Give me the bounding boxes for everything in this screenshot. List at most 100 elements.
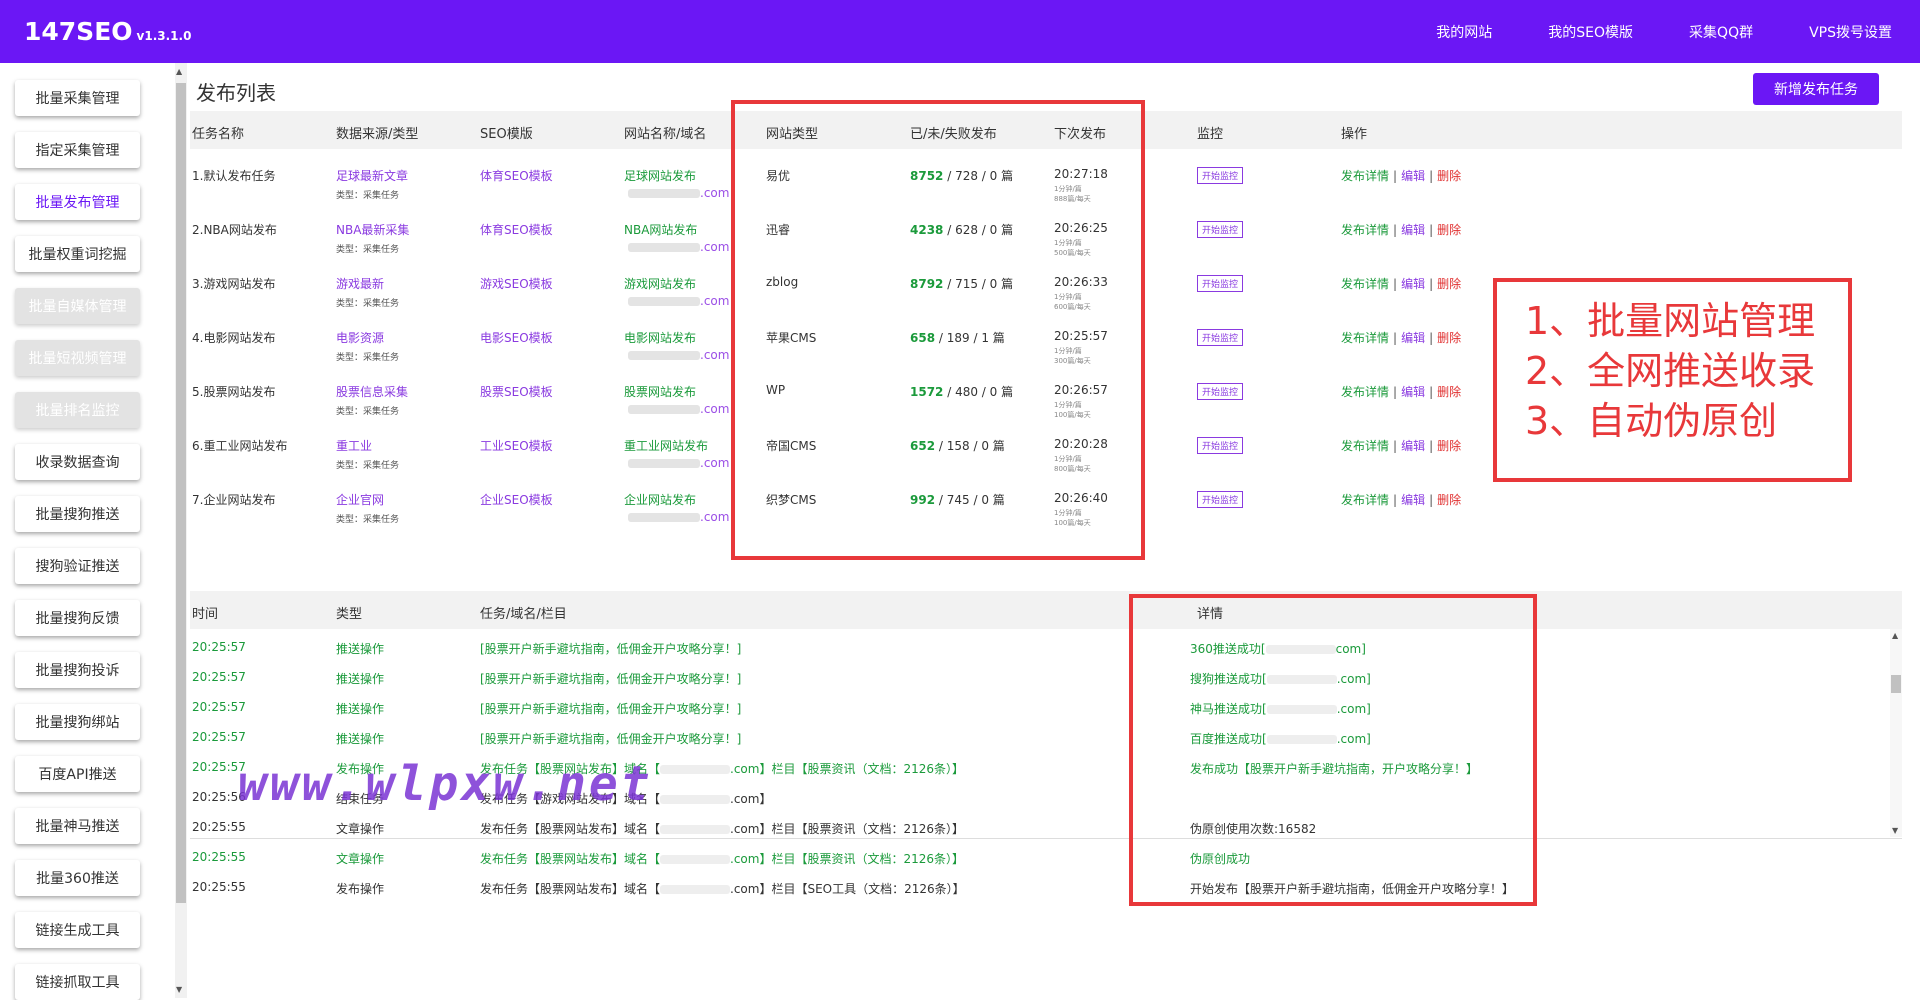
- source-link[interactable]: 企业官网: [336, 491, 399, 508]
- delete-link[interactable]: 删除: [1437, 331, 1461, 345]
- domain-suffix: .com: [700, 240, 730, 254]
- actions-cell: 发布详情 | 编辑 | 删除: [1341, 221, 1461, 238]
- source-link[interactable]: 股票信息采集: [336, 383, 408, 400]
- start-monitor-button[interactable]: 开始监控: [1197, 329, 1244, 346]
- site-domain[interactable]: .com: [624, 402, 729, 416]
- edit-link[interactable]: 编辑: [1401, 331, 1425, 345]
- source-cell: 游戏最新 类型：采集任务: [336, 275, 399, 309]
- source-link[interactable]: 游戏最新: [336, 275, 399, 292]
- log-scroll-up-icon[interactable]: ▲: [1892, 631, 1898, 640]
- sidebar-item-4[interactable]: 批量权重词挖掘: [15, 236, 140, 272]
- log-scroll-down-icon[interactable]: ▼: [1892, 826, 1898, 835]
- delete-link[interactable]: 删除: [1437, 439, 1461, 453]
- add-publish-task-button[interactable]: 新增发布任务: [1753, 73, 1879, 105]
- source-type: 类型：采集任务: [336, 461, 400, 471]
- delete-link[interactable]: 删除: [1437, 169, 1461, 183]
- nav-my-seo-templates[interactable]: 我的SEO模版: [1540, 22, 1641, 42]
- nav-qq-group[interactable]: 采集QQ群: [1681, 22, 1761, 42]
- domain-redacted: [628, 405, 700, 414]
- delete-link[interactable]: 删除: [1437, 493, 1461, 507]
- start-monitor-button[interactable]: 开始监控: [1197, 437, 1244, 454]
- site-name-link[interactable]: 重工业网站发布: [624, 437, 729, 454]
- sidebar-item-15[interactable]: 批量神马推送: [15, 808, 140, 844]
- site-name-link[interactable]: 股票网站发布: [624, 383, 729, 400]
- sidebar-item-8[interactable]: 收录数据查询: [15, 444, 140, 480]
- log-task-text: [股票开户新手避坑指南，低佣金开户攻略分享！]: [480, 672, 742, 686]
- publish-detail-link[interactable]: 发布详情: [1341, 493, 1389, 507]
- sidebar-item-13[interactable]: 批量搜狗绑站: [15, 704, 140, 740]
- sidebar-item-14[interactable]: 百度API推送: [15, 756, 140, 792]
- log-col-type: 类型: [336, 607, 363, 622]
- start-monitor-button[interactable]: 开始监控: [1197, 275, 1244, 292]
- nav-vps-settings[interactable]: VPS拨号设置: [1801, 22, 1900, 42]
- site-domain[interactable]: .com: [624, 186, 729, 200]
- site-domain[interactable]: .com: [624, 294, 729, 308]
- task-name: 7.企业网站发布: [192, 493, 276, 507]
- log-scrollbar[interactable]: ▲ ▼: [1890, 629, 1902, 837]
- sidebar-item-10[interactable]: 搜狗验证推送: [15, 548, 140, 584]
- edit-link[interactable]: 编辑: [1401, 223, 1425, 237]
- scroll-up-icon[interactable]: ▲: [176, 67, 182, 76]
- source-link[interactable]: 足球最新文章: [336, 167, 408, 184]
- template-link[interactable]: 体育SEO模板: [480, 167, 553, 184]
- publish-detail-link[interactable]: 发布详情: [1341, 277, 1389, 291]
- publish-detail-link[interactable]: 发布详情: [1341, 385, 1389, 399]
- site-domain[interactable]: .com: [624, 348, 729, 362]
- publish-detail-link[interactable]: 发布详情: [1341, 331, 1389, 345]
- site-domain[interactable]: .com: [624, 456, 729, 470]
- site-domain[interactable]: .com: [624, 510, 729, 524]
- edit-link[interactable]: 编辑: [1401, 385, 1425, 399]
- edit-link[interactable]: 编辑: [1401, 277, 1425, 291]
- site-name-link[interactable]: 游戏网站发布: [624, 275, 729, 292]
- sidebar-item-18[interactable]: 链接抓取工具: [15, 964, 140, 1000]
- domain-redacted: [628, 297, 700, 306]
- publish-detail-link[interactable]: 发布详情: [1341, 223, 1389, 237]
- site-name-link[interactable]: 企业网站发布: [624, 491, 729, 508]
- publish-detail-link[interactable]: 发布详情: [1341, 169, 1389, 183]
- log-scroll-thumb[interactable]: [1891, 675, 1901, 693]
- nav-my-sites[interactable]: 我的网站: [1428, 22, 1500, 42]
- sidebar-item-2[interactable]: 指定采集管理: [15, 132, 140, 168]
- sidebar-item-3[interactable]: 批量发布管理: [15, 184, 140, 220]
- edit-link[interactable]: 编辑: [1401, 493, 1425, 507]
- sidebar-item-9[interactable]: 批量搜狗推送: [15, 496, 140, 532]
- actions-cell: 发布详情 | 编辑 | 删除: [1341, 167, 1461, 184]
- sidebar-item-11[interactable]: 批量搜狗反馈: [15, 600, 140, 636]
- site-name-link[interactable]: 电影网站发布: [624, 329, 729, 346]
- delete-link[interactable]: 删除: [1437, 385, 1461, 399]
- delete-link[interactable]: 删除: [1437, 277, 1461, 291]
- delete-link[interactable]: 删除: [1437, 223, 1461, 237]
- sidebar-item-17[interactable]: 链接生成工具: [15, 912, 140, 948]
- sidebar-scrollbar[interactable]: ▲ ▼: [175, 63, 187, 998]
- template-link[interactable]: 游戏SEO模板: [480, 275, 553, 292]
- sidebar-item-7: 批量排名监控: [15, 392, 140, 428]
- app-logo[interactable]: 147SEO v1.3.1.0: [24, 17, 191, 46]
- template-link[interactable]: 工业SEO模板: [480, 437, 553, 454]
- sidebar-item-1[interactable]: 批量采集管理: [15, 80, 140, 116]
- site-name-link[interactable]: 足球网站发布: [624, 167, 729, 184]
- template-link[interactable]: 体育SEO模板: [480, 221, 553, 238]
- edit-link[interactable]: 编辑: [1401, 439, 1425, 453]
- source-type: 类型：采集任务: [336, 299, 400, 309]
- log-task-end: .com】栏目【股票资讯（文档：2126条）】: [730, 822, 964, 836]
- start-monitor-button[interactable]: 开始监控: [1197, 383, 1244, 400]
- site-name-link[interactable]: NBA网站发布: [624, 221, 729, 238]
- template-link[interactable]: 电影SEO模板: [480, 329, 553, 346]
- source-link[interactable]: NBA最新采集: [336, 221, 409, 238]
- template-link[interactable]: 企业SEO模板: [480, 491, 553, 508]
- log-task: [股票开户新手避坑指南，低佣金开户攻略分享！]: [480, 640, 741, 657]
- template-link[interactable]: 股票SEO模板: [480, 383, 553, 400]
- site-domain[interactable]: .com: [624, 240, 729, 254]
- start-monitor-button[interactable]: 开始监控: [1197, 491, 1244, 508]
- scroll-down-icon[interactable]: ▼: [176, 985, 182, 994]
- start-monitor-button[interactable]: 开始监控: [1197, 167, 1244, 184]
- publish-detail-link[interactable]: 发布详情: [1341, 439, 1389, 453]
- sidebar-scroll-thumb[interactable]: [176, 83, 186, 903]
- source-link[interactable]: 重工业: [336, 437, 399, 454]
- sidebar-item-12[interactable]: 批量搜狗投诉: [15, 652, 140, 688]
- sidebar-item-16[interactable]: 批量360推送: [15, 860, 140, 896]
- edit-link[interactable]: 编辑: [1401, 169, 1425, 183]
- ops-separator: |: [1429, 385, 1434, 399]
- start-monitor-button[interactable]: 开始监控: [1197, 221, 1244, 238]
- source-link[interactable]: 电影资源: [336, 329, 399, 346]
